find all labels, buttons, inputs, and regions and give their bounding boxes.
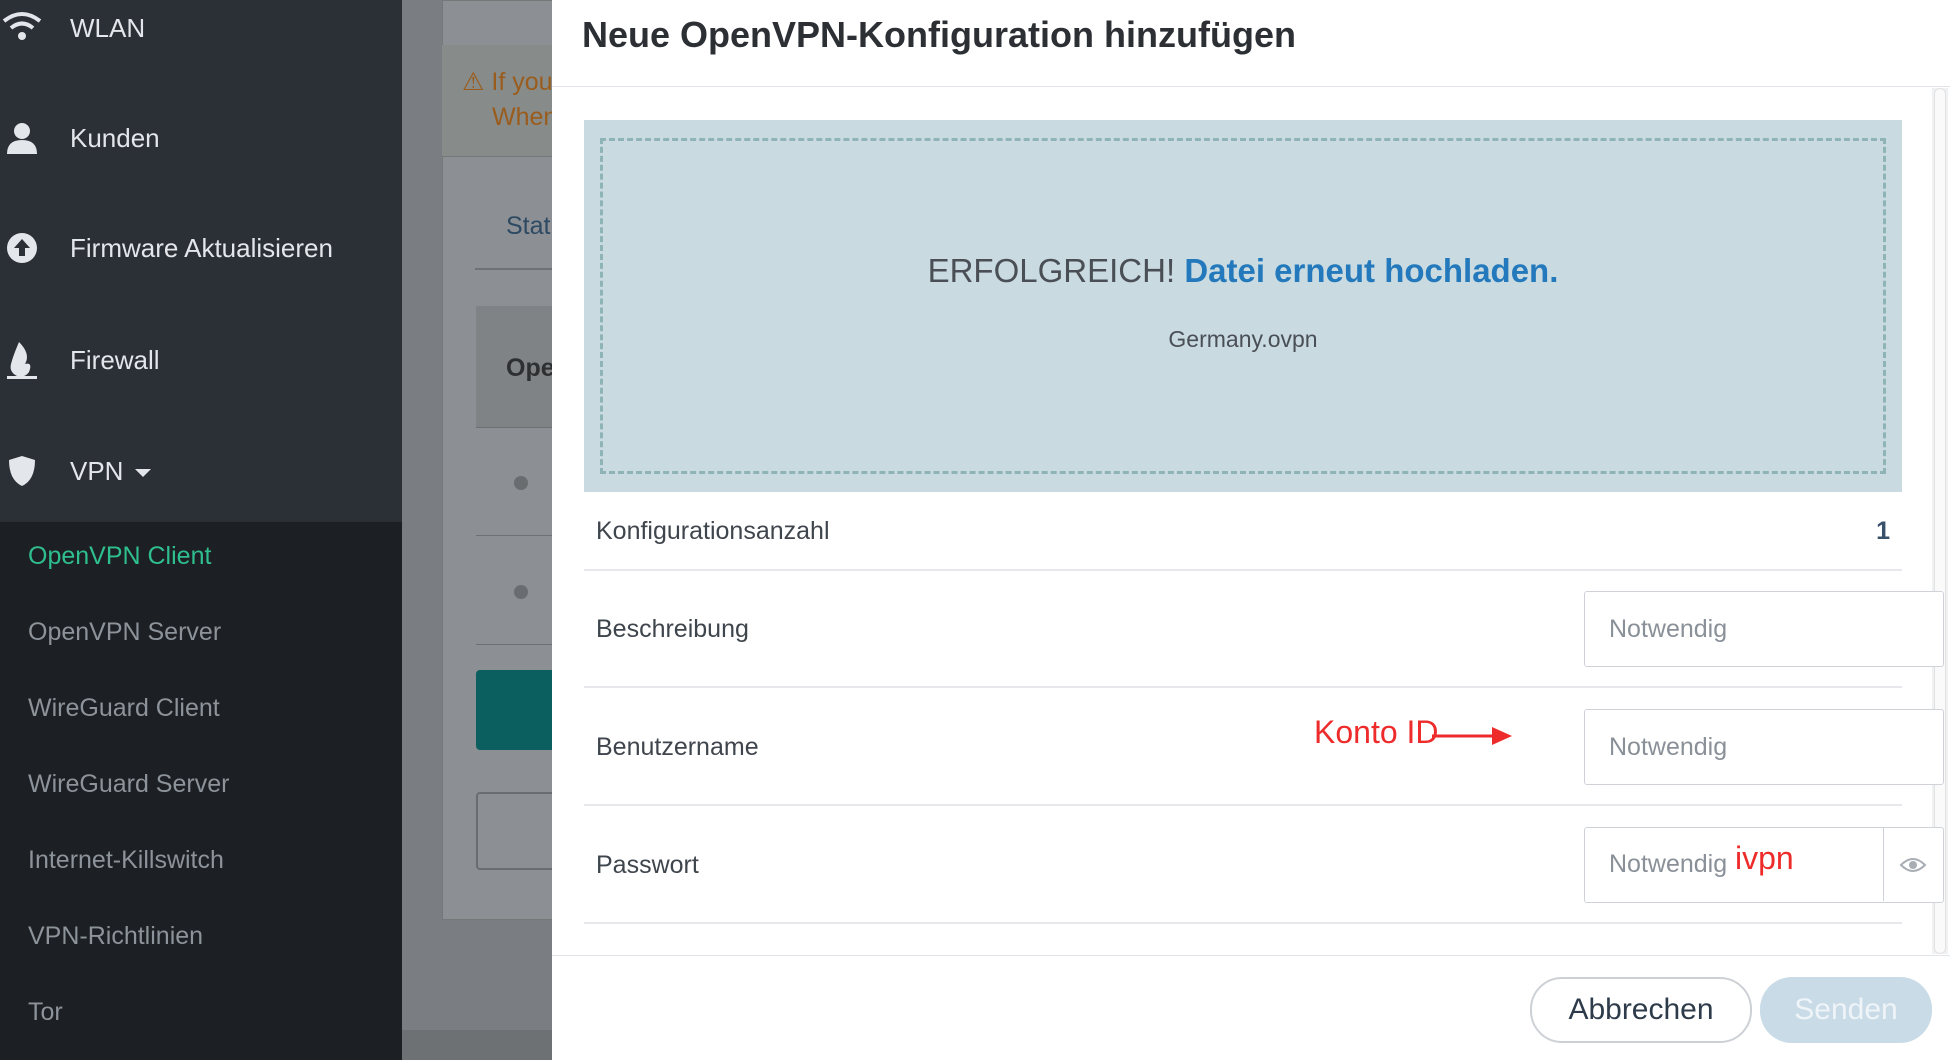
eye-icon bbox=[1899, 857, 1927, 872]
sidebar-item-vpn-label: VPN bbox=[70, 455, 152, 487]
password-field: ivpn bbox=[1584, 827, 1944, 903]
scrollbar-thumb[interactable] bbox=[1934, 88, 1946, 954]
modal-footer-divider bbox=[552, 955, 1950, 956]
submenu-item-openvpn-server[interactable]: OpenVPN Server bbox=[28, 618, 221, 647]
password-label: Passwort bbox=[596, 851, 699, 879]
file-dropzone[interactable]: ERFOLGREICH! Datei erneut hochladen. Ger… bbox=[584, 120, 1902, 492]
background-warning-text: ⚠ If you When bbox=[462, 65, 557, 135]
description-label: Beschreibung bbox=[596, 615, 749, 643]
config-count-label: Konfigurationsanzahl bbox=[596, 517, 830, 545]
submenu-item-wireguard-client[interactable]: WireGuard Client bbox=[28, 694, 220, 723]
username-label: Benutzername bbox=[596, 733, 759, 761]
sidebar-item-vpn[interactable]: VPN bbox=[0, 441, 402, 501]
upload-success-text: ERFOLGREICH! bbox=[927, 252, 1176, 289]
sidebar-item-label: Firewall bbox=[70, 344, 160, 375]
reupload-link[interactable]: Datei erneut hochladen. bbox=[1184, 252, 1558, 289]
sidebar-item-label: VPN bbox=[70, 455, 124, 486]
flame-icon bbox=[0, 340, 44, 380]
config-count-value: 1 bbox=[1876, 517, 1890, 545]
annotation-arrow-icon bbox=[1432, 727, 1512, 745]
submenu-item-vpn-policies[interactable]: VPN-Richtlinien bbox=[28, 922, 203, 951]
wifi-icon bbox=[0, 8, 44, 48]
uploaded-filename: Germany.ovpn bbox=[1168, 326, 1318, 352]
sidebar: WLAN Kunden Firmware Aktualisieren Firew… bbox=[0, 0, 402, 1060]
radio-icon bbox=[514, 585, 528, 599]
upload-status: ERFOLGREICH! Datei erneut hochladen. bbox=[584, 252, 1902, 290]
add-openvpn-config-modal: Neue OpenVPN-Konfiguration hinzufügen ER… bbox=[552, 0, 1950, 1060]
submenu-item-tor[interactable]: Tor bbox=[28, 998, 63, 1027]
warning-line-2: When bbox=[492, 103, 558, 131]
sidebar-item-label: Kunden bbox=[70, 122, 160, 153]
password-row: Passwort ivpn bbox=[584, 806, 1944, 924]
sidebar-item-wlan[interactable]: WLAN bbox=[0, 0, 402, 58]
send-button[interactable]: Senden bbox=[1760, 977, 1932, 1043]
upload-icon bbox=[0, 228, 44, 268]
shield-icon bbox=[0, 451, 44, 491]
user-icon bbox=[0, 118, 44, 158]
background-tab: Stat bbox=[506, 212, 551, 240]
sidebar-item-firmware[interactable]: Firmware Aktualisieren bbox=[0, 218, 402, 278]
submenu-item-wireguard-server[interactable]: WireGuard Server bbox=[28, 770, 229, 799]
username-input[interactable] bbox=[1584, 709, 1944, 785]
show-password-toggle[interactable] bbox=[1883, 828, 1942, 901]
sidebar-item-label: Firmware Aktualisieren bbox=[70, 232, 333, 263]
description-input[interactable] bbox=[1584, 591, 1944, 667]
sidebar-item-firewall[interactable]: Firewall bbox=[0, 330, 402, 390]
sidebar-item-label: WLAN bbox=[70, 12, 146, 43]
modal-scrollbar[interactable] bbox=[1932, 88, 1948, 954]
vpn-submenu: OpenVPN Client OpenVPN Server WireGuard … bbox=[0, 522, 402, 1060]
config-count-row: Konfigurationsanzahl 1 bbox=[584, 493, 1902, 571]
password-input[interactable] bbox=[1585, 828, 1883, 901]
warning-line-1: If you bbox=[491, 68, 553, 96]
background-table-header-label: Ope bbox=[506, 354, 555, 382]
sidebar-item-kunden[interactable]: Kunden bbox=[0, 108, 402, 168]
background-footer bbox=[402, 1030, 552, 1060]
modal-title: Neue OpenVPN-Konfiguration hinzufügen bbox=[582, 14, 1296, 55]
warning-icon: ⚠ bbox=[462, 68, 485, 96]
password-annotation: ivpn bbox=[1735, 840, 1794, 876]
konto-id-annotation: Konto ID bbox=[1314, 714, 1439, 750]
chevron-down-icon bbox=[135, 468, 152, 477]
submenu-item-internet-killswitch[interactable]: Internet-Killswitch bbox=[28, 846, 224, 875]
dropzone-border bbox=[600, 138, 1886, 474]
description-row: Beschreibung bbox=[584, 571, 1944, 688]
modal-header-divider bbox=[552, 86, 1950, 87]
username-row: Benutzername Konto ID bbox=[584, 688, 1944, 806]
radio-icon bbox=[514, 476, 528, 490]
submenu-item-openvpn-client[interactable]: OpenVPN Client bbox=[28, 542, 211, 571]
cancel-button[interactable]: Abbrechen bbox=[1530, 977, 1752, 1043]
